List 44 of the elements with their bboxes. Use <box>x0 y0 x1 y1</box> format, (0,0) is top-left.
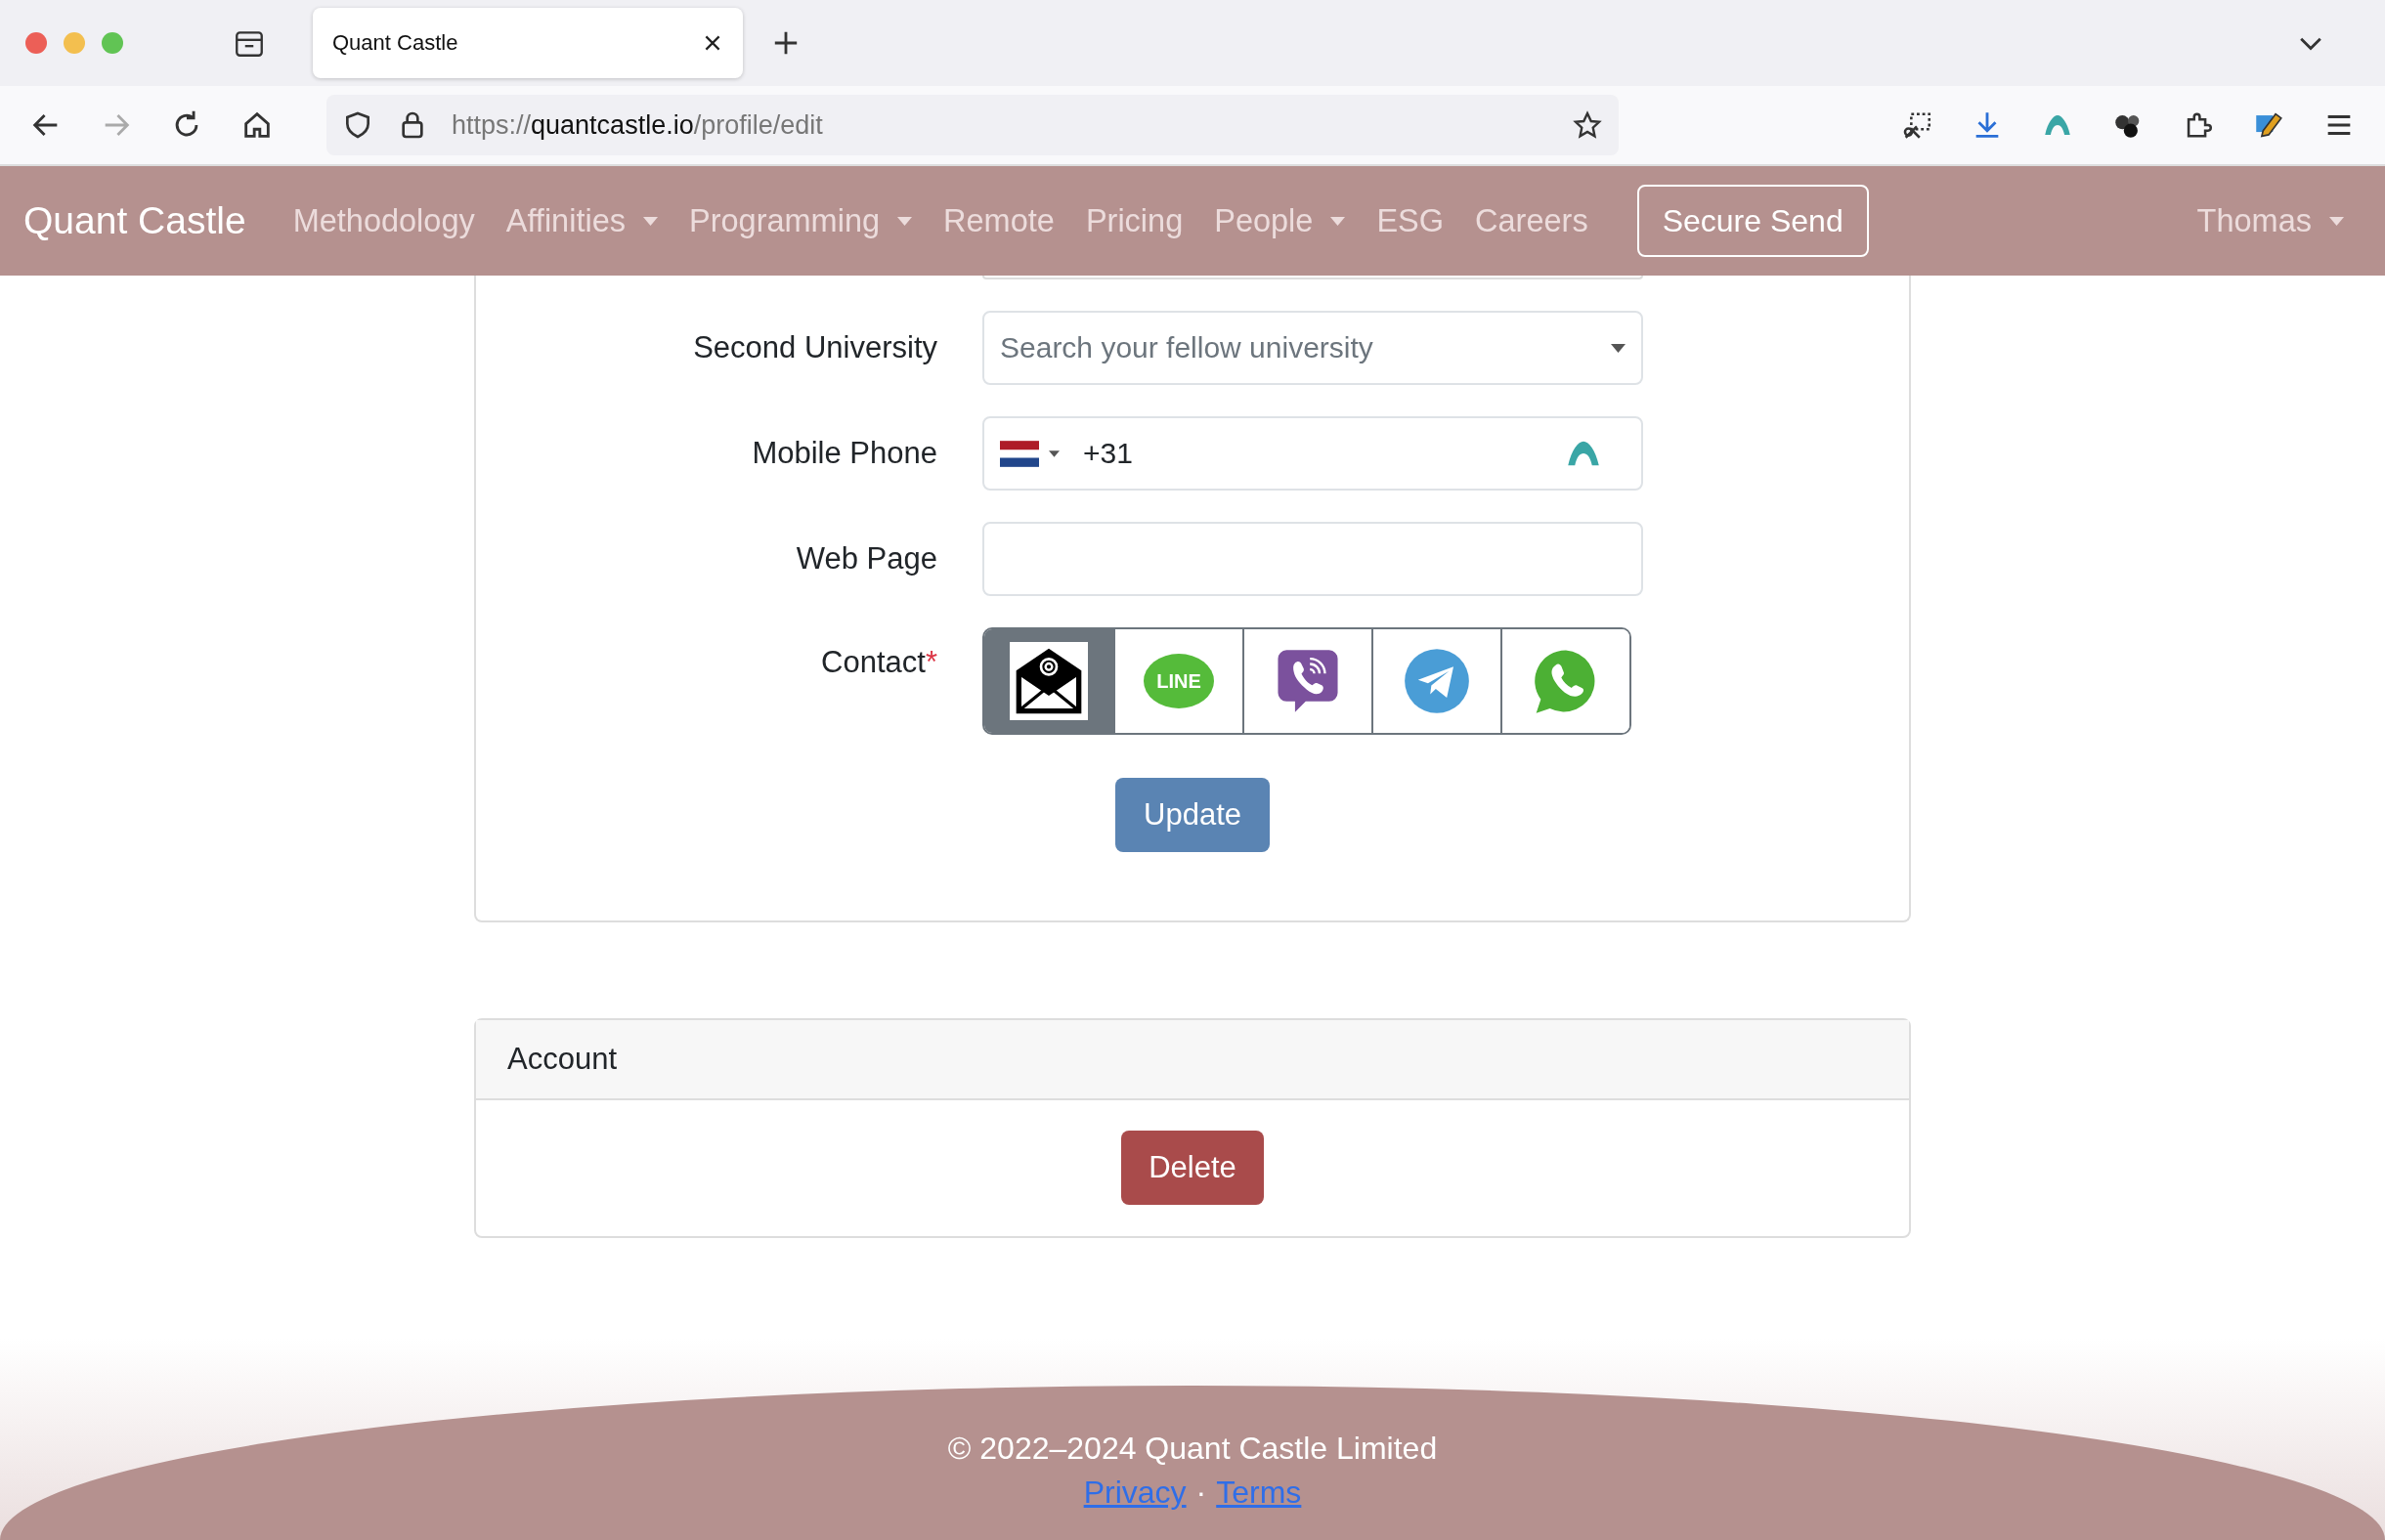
nav-link[interactable]: People <box>1214 202 1346 239</box>
field-label: Second University <box>693 330 937 364</box>
input-field[interactable] <box>982 276 1643 279</box>
tab-title: Quant Castle <box>332 30 458 56</box>
star-icon[interactable] <box>1572 109 1603 141</box>
caret-icon <box>897 216 913 226</box>
address-bar[interactable]: https://quantcastle.io/profile/edit <box>326 95 1619 155</box>
field-label: Mobile Phone <box>752 436 937 470</box>
card-title: Account <box>507 1042 617 1077</box>
contact-option-button[interactable] <box>984 629 1113 733</box>
delete-button[interactable]: Delete <box>1121 1131 1264 1205</box>
envelope-icon <box>1010 642 1088 720</box>
copyright-text: © 2022–2024 Quant Castle Limited <box>947 1431 1438 1467</box>
input-field[interactable] <box>982 522 1643 596</box>
field-label: Web Page <box>796 541 937 576</box>
nav-link[interactable]: Affinities <box>505 202 658 239</box>
secure-send-button[interactable]: Secure Send <box>1636 185 1869 257</box>
nav-link[interactable]: Pricing <box>1085 202 1184 239</box>
flag-icon[interactable] <box>1000 440 1039 467</box>
close-window-control[interactable] <box>25 32 47 54</box>
nav-link[interactable]: Programming <box>689 202 913 239</box>
nav-link[interactable]: ESG <box>1376 202 1445 239</box>
browser-tab[interactable]: Quant Castle <box>313 8 743 78</box>
caret-icon[interactable] <box>1049 449 1060 457</box>
nav-link[interactable]: Careers <box>1475 202 1588 239</box>
caret-icon <box>1611 343 1626 353</box>
select-field[interactable]: Search your fellow university <box>982 311 1643 385</box>
new-tab-icon[interactable] <box>772 29 800 57</box>
footer-link[interactable]: Terms <box>1216 1475 1302 1511</box>
nav-link[interactable]: Methodology <box>292 202 475 239</box>
nav-link[interactable]: Remote <box>943 202 1055 239</box>
caret-icon <box>1330 216 1346 226</box>
footer-link[interactable]: Privacy <box>1083 1475 1187 1511</box>
user-menu[interactable]: Thomas <box>2196 202 2344 239</box>
field-label: Contact* <box>821 645 937 679</box>
update-button[interactable]: Update <box>1115 778 1270 852</box>
caret-icon <box>643 216 658 226</box>
url-text: https://quantcastle.io/profile/edit <box>452 109 823 141</box>
separator-dot: · <box>1195 1475 1207 1511</box>
line-logo: LINE <box>1144 654 1214 708</box>
phone-field[interactable]: +31 <box>982 416 1643 491</box>
caret-icon <box>2329 216 2344 226</box>
paper-plane-icon <box>1404 648 1470 714</box>
brand-link[interactable]: Quant Castle <box>23 199 246 242</box>
